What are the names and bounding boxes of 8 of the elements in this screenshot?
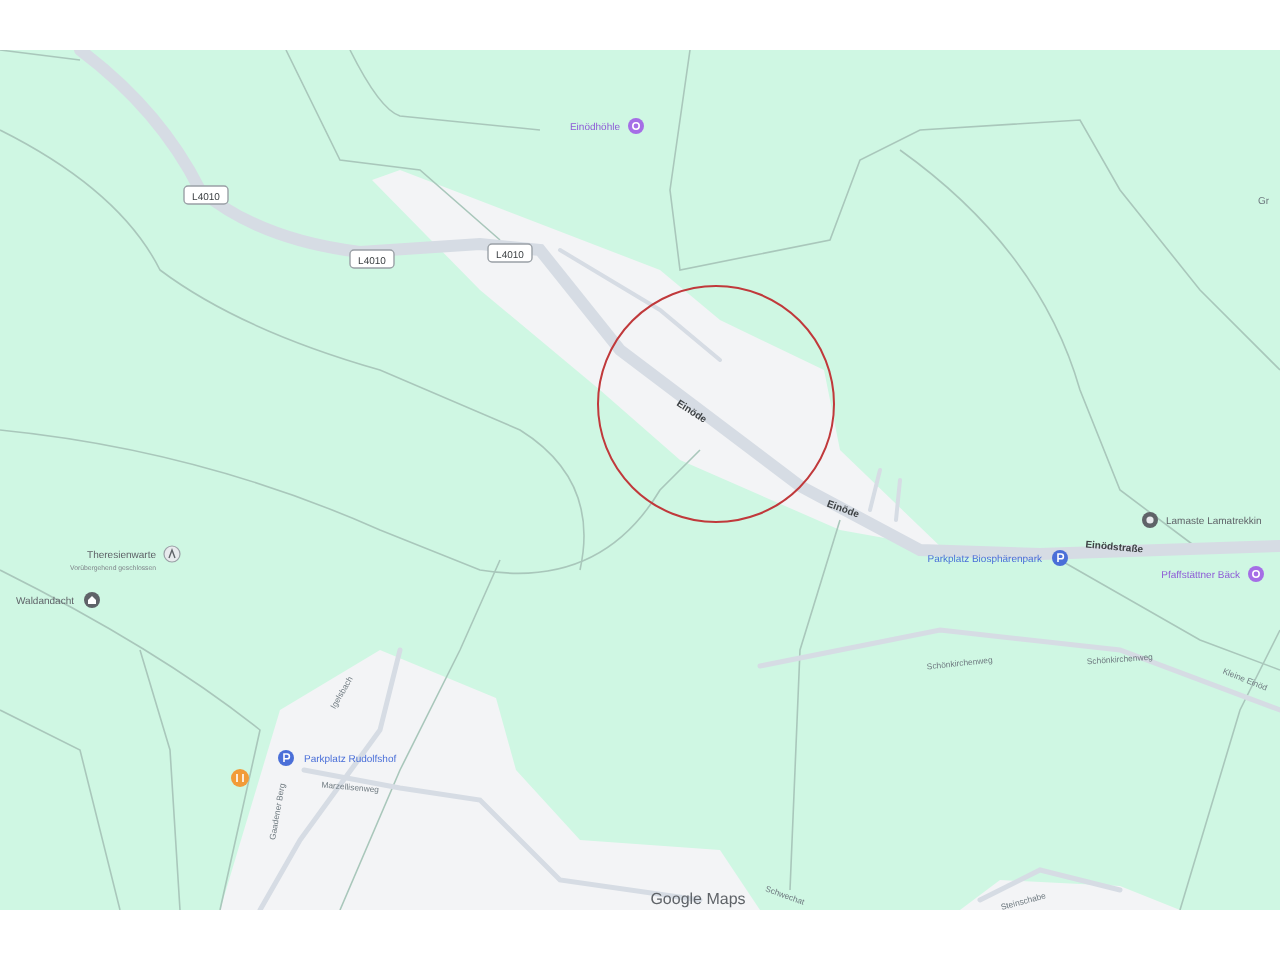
parking-icon[interactable]	[278, 750, 294, 766]
ring-icon[interactable]	[1248, 566, 1264, 582]
map-logo: Google Maps	[650, 890, 746, 908]
ring-icon[interactable]	[628, 118, 644, 134]
parking-icon[interactable]	[1052, 550, 1068, 566]
house-icon[interactable]	[84, 592, 100, 608]
place-icon[interactable]	[1142, 512, 1158, 528]
tower-icon[interactable]	[163, 545, 181, 563]
